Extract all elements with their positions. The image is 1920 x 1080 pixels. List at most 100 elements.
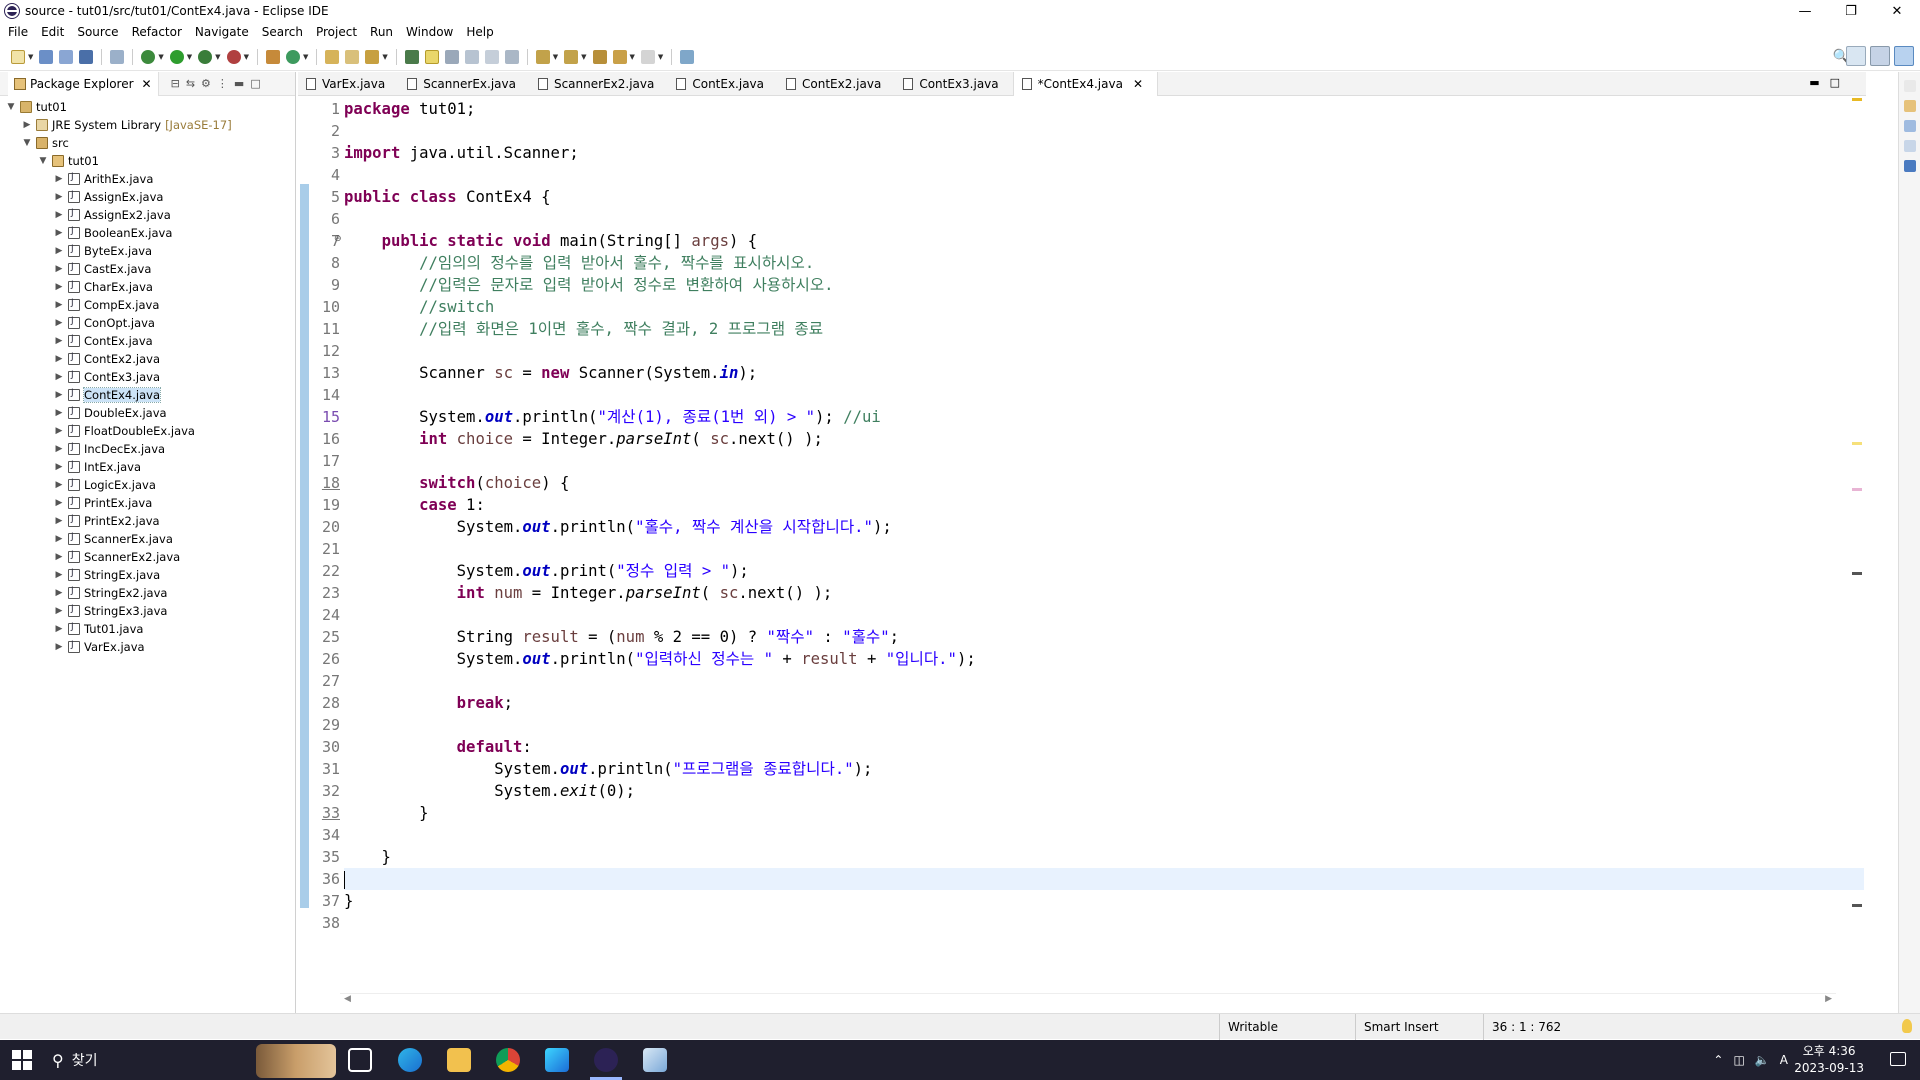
tree-file[interactable]: ▶ ConOpt.java: [0, 314, 295, 332]
filter-icon[interactable]: ⚙: [201, 77, 211, 90]
volume-icon[interactable]: 🔈: [1755, 1053, 1770, 1067]
tree-file[interactable]: ▶ AssignEx.java: [0, 188, 295, 206]
code-line[interactable]: int choice = Integer.parseInt( sc.next()…: [344, 428, 1864, 450]
code-editor[interactable]: package tut01; import java.util.Scanner; p…: [344, 98, 1864, 934]
tree-file[interactable]: ▶ CastEx.java: [0, 260, 295, 278]
overview-marker[interactable]: [1852, 442, 1862, 445]
editor-tab[interactable]: ScannerEx.java: [399, 72, 530, 96]
close-tab-icon[interactable]: ✕: [1133, 77, 1143, 91]
code-line[interactable]: [344, 868, 1864, 890]
minimize-button[interactable]: —: [1782, 0, 1828, 22]
chevron-right-icon[interactable]: ▶: [54, 624, 64, 634]
chrome-icon[interactable]: [496, 1048, 520, 1072]
next-annotation-icon[interactable]: [535, 49, 550, 64]
search-tool-icon[interactable]: [365, 49, 380, 64]
tree-file[interactable]: ▶ CharEx.java: [0, 278, 295, 296]
tree-file[interactable]: ▶ Tut01.java: [0, 620, 295, 638]
tree-file[interactable]: ▶ PrintEx2.java: [0, 512, 295, 530]
tree-file[interactable]: ▶ StringEx.java: [0, 566, 295, 584]
code-line[interactable]: [344, 824, 1864, 846]
code-line[interactable]: }: [344, 890, 1864, 912]
code-line[interactable]: public class ContEx4 {: [344, 186, 1864, 208]
save-icon[interactable]: [39, 49, 54, 64]
debug-icon[interactable]: [141, 49, 156, 64]
taskbar-clock[interactable]: 오후 4:36 2023-09-13: [1794, 1043, 1864, 1077]
new-icon[interactable]: [11, 49, 25, 64]
eclipse-taskbar-icon[interactable]: [590, 1048, 622, 1080]
skip-breakpoints-icon[interactable]: [110, 49, 125, 64]
app-icon[interactable]: [545, 1048, 569, 1072]
pin-editor-icon[interactable]: [680, 49, 695, 64]
close-icon[interactable]: ✕: [142, 77, 152, 91]
code-line[interactable]: [344, 384, 1864, 406]
code-line[interactable]: package tut01;: [344, 98, 1864, 120]
windows-start-icon[interactable]: [12, 1050, 32, 1070]
menu-edit[interactable]: Edit: [41, 25, 64, 39]
code-line[interactable]: }: [344, 802, 1864, 824]
editor-tab[interactable]: ScannerEx2.java: [530, 72, 668, 96]
chevron-right-icon[interactable]: ▶: [54, 192, 64, 202]
tip-bulb-icon[interactable]: [1902, 1019, 1912, 1033]
code-line[interactable]: switch(choice) {: [344, 472, 1864, 494]
editor-tab[interactable]: ContEx.java: [668, 72, 778, 96]
tree-file[interactable]: ▶ ContEx2.java: [0, 350, 295, 368]
tree-src[interactable]: ▼ src: [0, 134, 295, 152]
menu-source[interactable]: Source: [77, 25, 118, 39]
file-explorer-icon[interactable]: [447, 1048, 471, 1072]
editor-tab[interactable]: VarEx.java: [298, 72, 399, 96]
tree-file[interactable]: ▶ ByteEx.java: [0, 242, 295, 260]
menu-window[interactable]: Window: [406, 25, 453, 39]
toggle-breadcrumb-icon[interactable]: [404, 49, 419, 64]
chevron-right-icon[interactable]: ▶: [54, 606, 64, 616]
network-icon[interactable]: ◫: [1733, 1053, 1744, 1067]
overview-marker[interactable]: [1852, 98, 1862, 101]
block-selection-icon[interactable]: [444, 49, 459, 64]
chevron-right-icon[interactable]: ▶: [54, 174, 64, 184]
chevron-right-icon[interactable]: ▶: [54, 642, 64, 652]
chevron-right-icon[interactable]: ▶: [54, 264, 64, 274]
tree-file[interactable]: ▶ StringEx3.java: [0, 602, 295, 620]
tree-file[interactable]: ▶ LogicEx.java: [0, 476, 295, 494]
chevron-right-icon[interactable]: ▶: [54, 318, 64, 328]
link-with-editor-icon[interactable]: ⇆: [186, 77, 195, 90]
code-line[interactable]: [344, 538, 1864, 560]
editor-tab[interactable]: ContEx2.java: [778, 72, 895, 96]
code-line[interactable]: System.out.println("홀수, 짝수 계산을 시작합니다.");: [344, 516, 1864, 538]
scroll-right-icon[interactable]: ▶: [1825, 994, 1832, 1004]
menu-file[interactable]: File: [8, 25, 28, 39]
new-java-class-icon[interactable]: [285, 49, 300, 64]
scroll-left-icon[interactable]: ◀: [344, 994, 351, 1004]
menu-help[interactable]: Help: [466, 25, 493, 39]
chevron-right-icon[interactable]: ▶: [54, 210, 64, 220]
chevron-right-icon[interactable]: ▶: [54, 570, 64, 580]
mark-occurrences-icon[interactable]: [424, 49, 439, 64]
code-line[interactable]: int num = Integer.parseInt( sc.next() );: [344, 582, 1864, 604]
overview-marker[interactable]: [1852, 572, 1862, 575]
tree-jre-library[interactable]: ▶ JRE System Library [JavaSE-17]: [0, 116, 295, 134]
open-type-icon[interactable]: [325, 49, 340, 64]
taskbar-search[interactable]: ⚲ 찾기: [52, 1040, 97, 1080]
editor-minmax-icon[interactable]: ▬□: [1809, 76, 1850, 89]
edge-icon[interactable]: [398, 1048, 422, 1072]
chevron-right-icon[interactable]: ▶: [54, 354, 64, 364]
chevron-right-icon[interactable]: ▶: [54, 372, 64, 382]
collapse-all-icon[interactable]: ⊟: [171, 77, 180, 90]
chevron-right-icon[interactable]: ▶: [54, 462, 64, 472]
code-line[interactable]: [344, 912, 1864, 934]
notification-icon[interactable]: [1890, 1052, 1906, 1066]
chevron-right-icon[interactable]: ▶: [54, 282, 64, 292]
forward-icon[interactable]: [640, 49, 655, 64]
external-tools-icon[interactable]: [226, 49, 241, 64]
outline-icon[interactable]: [1903, 120, 1916, 132]
code-line[interactable]: case 1:: [344, 494, 1864, 516]
status-insert-mode[interactable]: Smart Insert: [1355, 1014, 1483, 1040]
editor-tab[interactable]: ContEx3.java: [895, 72, 1012, 96]
tree-file[interactable]: ▶ ContEx3.java: [0, 368, 295, 386]
code-line[interactable]: //임의의 정수를 입력 받아서 홀수, 짝수를 표시하시오.: [344, 252, 1864, 274]
ime-indicator[interactable]: A: [1780, 1053, 1788, 1067]
code-line[interactable]: //입력은 문자로 입력 받아서 정수로 변환하여 사용하시오.: [344, 274, 1864, 296]
tree-file[interactable]: ▶ PrintEx.java: [0, 494, 295, 512]
pilcrow-icon[interactable]: [504, 49, 519, 64]
tree-file[interactable]: ▶ DoubleEx.java: [0, 404, 295, 422]
overview-marker[interactable]: [1852, 904, 1862, 907]
